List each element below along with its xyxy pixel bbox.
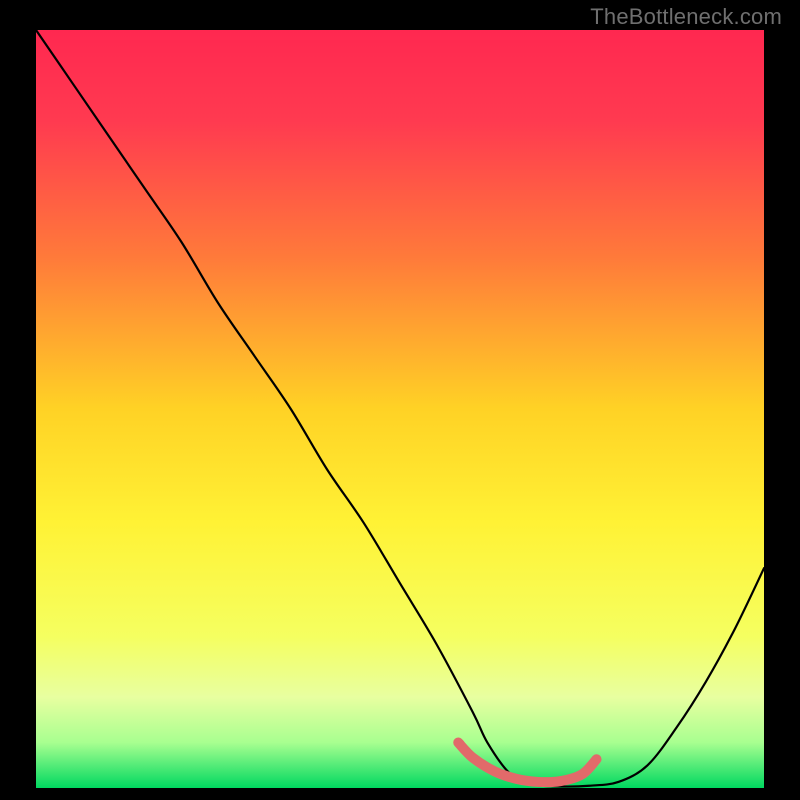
- chart-svg: [36, 30, 764, 788]
- gradient-background: [36, 30, 764, 788]
- chart-frame: TheBottleneck.com: [0, 0, 800, 800]
- watermark-text: TheBottleneck.com: [590, 4, 782, 30]
- plot-area: [36, 30, 764, 788]
